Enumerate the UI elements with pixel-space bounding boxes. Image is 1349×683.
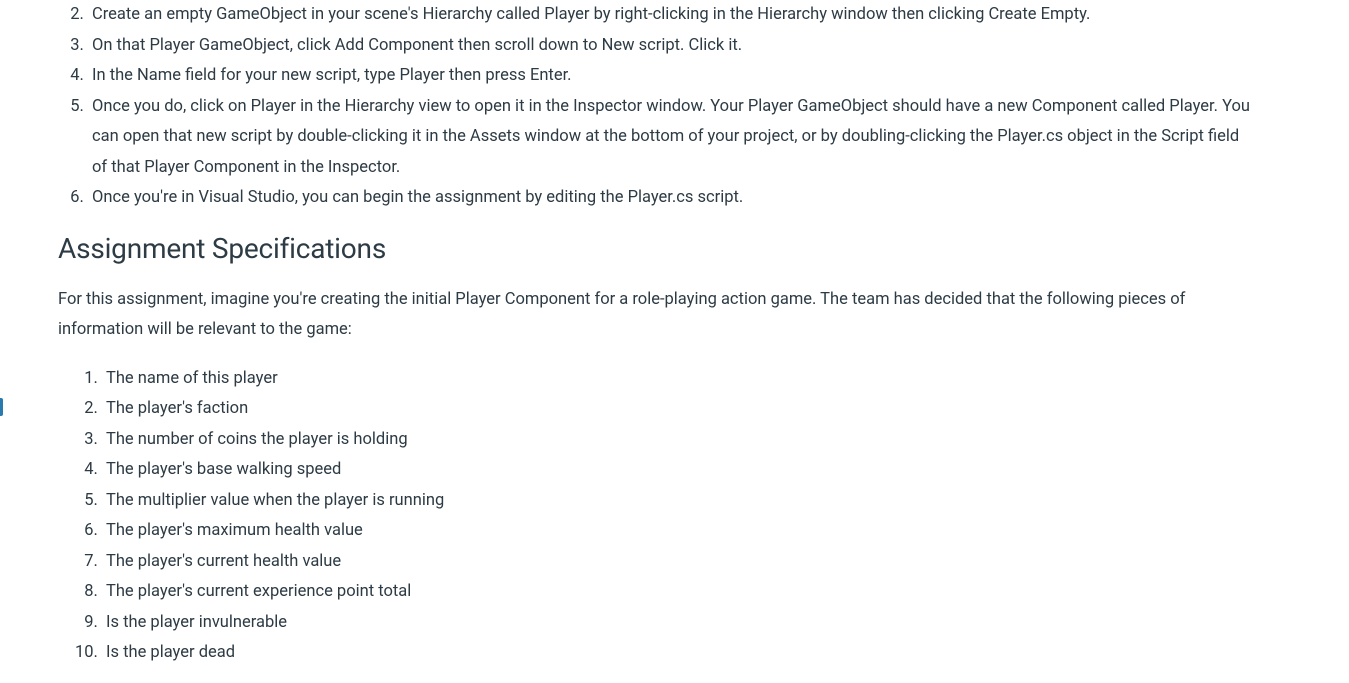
setup-steps-list: Create an empty GameObject in your scene… (58, 0, 1258, 214)
list-item: Is the player dead (102, 638, 1258, 669)
list-item: The number of coins the player is holdin… (102, 425, 1258, 456)
list-item: The player's faction (102, 394, 1258, 425)
list-item: The player's maximum health value (102, 516, 1258, 547)
list-item: In the Name field for your new script, t… (88, 61, 1258, 92)
list-item: The player's current experience point to… (102, 577, 1258, 608)
list-item: Once you do, click on Player in the Hier… (88, 92, 1258, 184)
specifications-list: The name of this player The player's fac… (58, 364, 1258, 669)
left-edge-indicator (0, 398, 3, 416)
list-item: The player's current health value (102, 547, 1258, 578)
list-item: On that Player GameObject, click Add Com… (88, 31, 1258, 62)
list-item: The player's base walking speed (102, 455, 1258, 486)
document-content: Create an empty GameObject in your scene… (58, 0, 1258, 669)
list-item: The name of this player (102, 364, 1258, 395)
section-heading: Assignment Specifications (58, 232, 1258, 265)
intro-paragraph: For this assignment, imagine you're crea… (58, 285, 1218, 346)
list-item: Is the player invulnerable (102, 608, 1258, 639)
list-item: The multiplier value when the player is … (102, 486, 1258, 517)
list-item: Create an empty GameObject in your scene… (88, 0, 1258, 31)
list-item: Once you're in Visual Studio, you can be… (88, 183, 1258, 214)
